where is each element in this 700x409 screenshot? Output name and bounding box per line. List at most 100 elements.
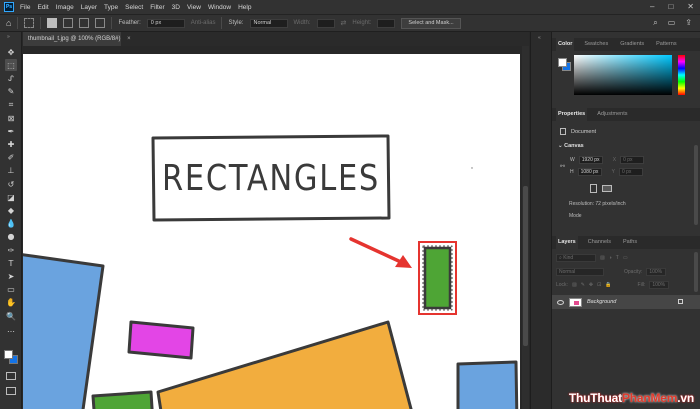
style-select[interactable]: Normal [249, 18, 288, 28]
hue-slider[interactable] [678, 55, 685, 95]
canvas-area[interactable]: RECTANGLES [23, 46, 529, 409]
lock-pixels-icon[interactable]: ▨ [572, 282, 577, 288]
menu-view[interactable]: View [187, 4, 201, 11]
eraser-icon[interactable]: ◪ [5, 191, 17, 203]
layer-background[interactable]: Background [552, 295, 700, 309]
document-tab[interactable]: thumbnail_t.jpg @ 100% (RGB/8#) × [23, 32, 131, 46]
home-icon[interactable]: ⌂ [6, 18, 11, 28]
path-select-icon[interactable]: ➤ [5, 270, 17, 282]
blur-icon[interactable]: 💧 [5, 218, 17, 230]
healing-icon[interactable]: ✚ [5, 138, 17, 150]
type-icon[interactable]: T [5, 257, 17, 269]
tab-patterns[interactable]: Patterns [654, 38, 678, 51]
antialias-checkbox[interactable]: Anti-alias [191, 20, 216, 26]
marquee-preset-icon[interactable] [24, 18, 35, 28]
screen-mode-icon[interactable] [6, 387, 16, 395]
menu-select[interactable]: Select [125, 4, 143, 11]
tab-swatches[interactable]: Swatches [582, 38, 610, 51]
lock-artboard-icon[interactable]: ⊡ [597, 282, 601, 288]
canvas-y-input[interactable]: 0 px [618, 168, 643, 176]
filter-pixel-icon[interactable]: ▨ [600, 255, 605, 261]
menu-file[interactable]: File [20, 4, 30, 11]
lasso-icon[interactable]: ᔑ [5, 72, 17, 84]
history-brush-icon[interactable]: ↺ [5, 178, 17, 190]
swap-icon[interactable]: ⇄ [341, 19, 347, 27]
menu-image[interactable]: Image [56, 4, 74, 11]
more-icon[interactable]: … [5, 323, 17, 335]
blend-mode-select[interactable]: Normal [556, 268, 604, 276]
layers-scrollbar[interactable] [694, 252, 698, 292]
tab-layers[interactable]: Layers [556, 236, 578, 249]
search-icon[interactable]: ⌕ [653, 18, 657, 28]
filter-type-icon[interactable]: T [616, 255, 619, 261]
pen-icon[interactable]: ✑ [5, 244, 17, 256]
menu-edit[interactable]: Edit [37, 4, 48, 11]
fill-input[interactable]: 100% [649, 281, 670, 289]
eyedropper-icon[interactable]: ✒ [5, 125, 17, 137]
menu-3d[interactable]: 3D [172, 4, 180, 11]
shape-icon[interactable]: ▭ [5, 284, 17, 296]
minimize-icon[interactable]: – [650, 2, 654, 11]
width-input[interactable] [316, 18, 335, 28]
vertical-scrollbar[interactable] [522, 46, 529, 409]
close-icon[interactable]: ✕ [687, 2, 694, 11]
feather-input[interactable]: 0 px [146, 18, 185, 28]
brush-icon[interactable]: ✐ [5, 152, 17, 164]
crop-icon[interactable]: ⌗ [5, 99, 17, 111]
close-tab-icon[interactable]: × [127, 36, 131, 42]
filter-adjust-icon[interactable]: ◑ [609, 255, 612, 261]
new-selection-icon[interactable] [47, 18, 58, 28]
maximize-icon[interactable]: □ [668, 2, 673, 11]
visibility-eye-icon[interactable] [557, 299, 564, 305]
tab-gradients[interactable]: Gradients [618, 38, 646, 51]
menu-type[interactable]: Type [104, 4, 118, 11]
lock-move-icon[interactable]: ✥ [589, 282, 593, 288]
menu-layer[interactable]: Layer [81, 4, 97, 11]
tab-properties[interactable]: Properties [556, 108, 588, 121]
menu-filter[interactable]: Filter [150, 4, 164, 11]
hand-icon[interactable]: ✋ [5, 297, 17, 309]
height-input[interactable] [377, 18, 396, 28]
canvas-width-input[interactable]: 1920 px [578, 156, 603, 164]
tools-collapse-icon[interactable]: » [7, 34, 10, 40]
bucket-icon[interactable]: ◆ [5, 204, 17, 216]
vertical-scrollbar-thumb[interactable] [523, 186, 528, 346]
tab-adjustments[interactable]: Adjustments [595, 108, 629, 121]
quick-mask-icon[interactable] [6, 372, 16, 380]
tab-channels[interactable]: Channels [586, 236, 613, 249]
add-selection-icon[interactable] [63, 18, 74, 28]
link-icon[interactable]: ⚯ [560, 163, 565, 170]
frame-icon[interactable]: ⊠ [5, 112, 17, 124]
properties-scrollbar[interactable] [694, 145, 698, 225]
opacity-input[interactable]: 100% [646, 268, 667, 276]
workspace-icon[interactable]: ▭ [668, 18, 676, 28]
artboard[interactable]: RECTANGLES [23, 54, 520, 409]
dodge-icon[interactable]: ● [5, 231, 17, 243]
lock-all-icon[interactable]: 🔒 [605, 282, 611, 288]
menu-help[interactable]: Help [238, 4, 251, 11]
tab-color[interactable]: Color [556, 38, 575, 51]
strip-collapse-icon[interactable]: « [538, 35, 541, 41]
tab-paths[interactable]: Paths [621, 236, 639, 249]
share-icon[interactable]: ⇪ [685, 18, 692, 28]
color-picker-field[interactable] [574, 55, 672, 95]
layer-kind-filter[interactable]: ⌕ Kind [556, 254, 596, 262]
canvas-x-input[interactable]: 0 px [620, 156, 645, 164]
panel-foreground-swatch[interactable] [558, 58, 567, 67]
canvas-section-header[interactable]: ⌄ Canvas [558, 143, 584, 149]
select-and-mask-button[interactable]: Select and Mask... [401, 17, 461, 29]
marquee-icon[interactable]: ⬚ [5, 59, 17, 72]
zoom-icon[interactable]: 🔍 [5, 310, 17, 322]
subtract-selection-icon[interactable] [79, 18, 90, 28]
intersect-selection-icon[interactable] [95, 18, 106, 28]
stamp-icon[interactable]: ⊥ [5, 165, 17, 177]
filter-shape-icon[interactable]: ▭ [623, 255, 628, 261]
menu-window[interactable]: Window [208, 4, 231, 11]
quick-select-icon[interactable]: ✎ [5, 86, 17, 98]
landscape-orientation-icon[interactable] [602, 185, 612, 192]
lock-paint-icon[interactable]: ✎ [581, 282, 585, 288]
canvas-height-input[interactable]: 1080 px [577, 168, 602, 176]
move-icon[interactable]: ✥ [5, 46, 17, 58]
foreground-color-swatch[interactable] [4, 350, 13, 359]
portrait-orientation-icon[interactable] [590, 184, 597, 193]
